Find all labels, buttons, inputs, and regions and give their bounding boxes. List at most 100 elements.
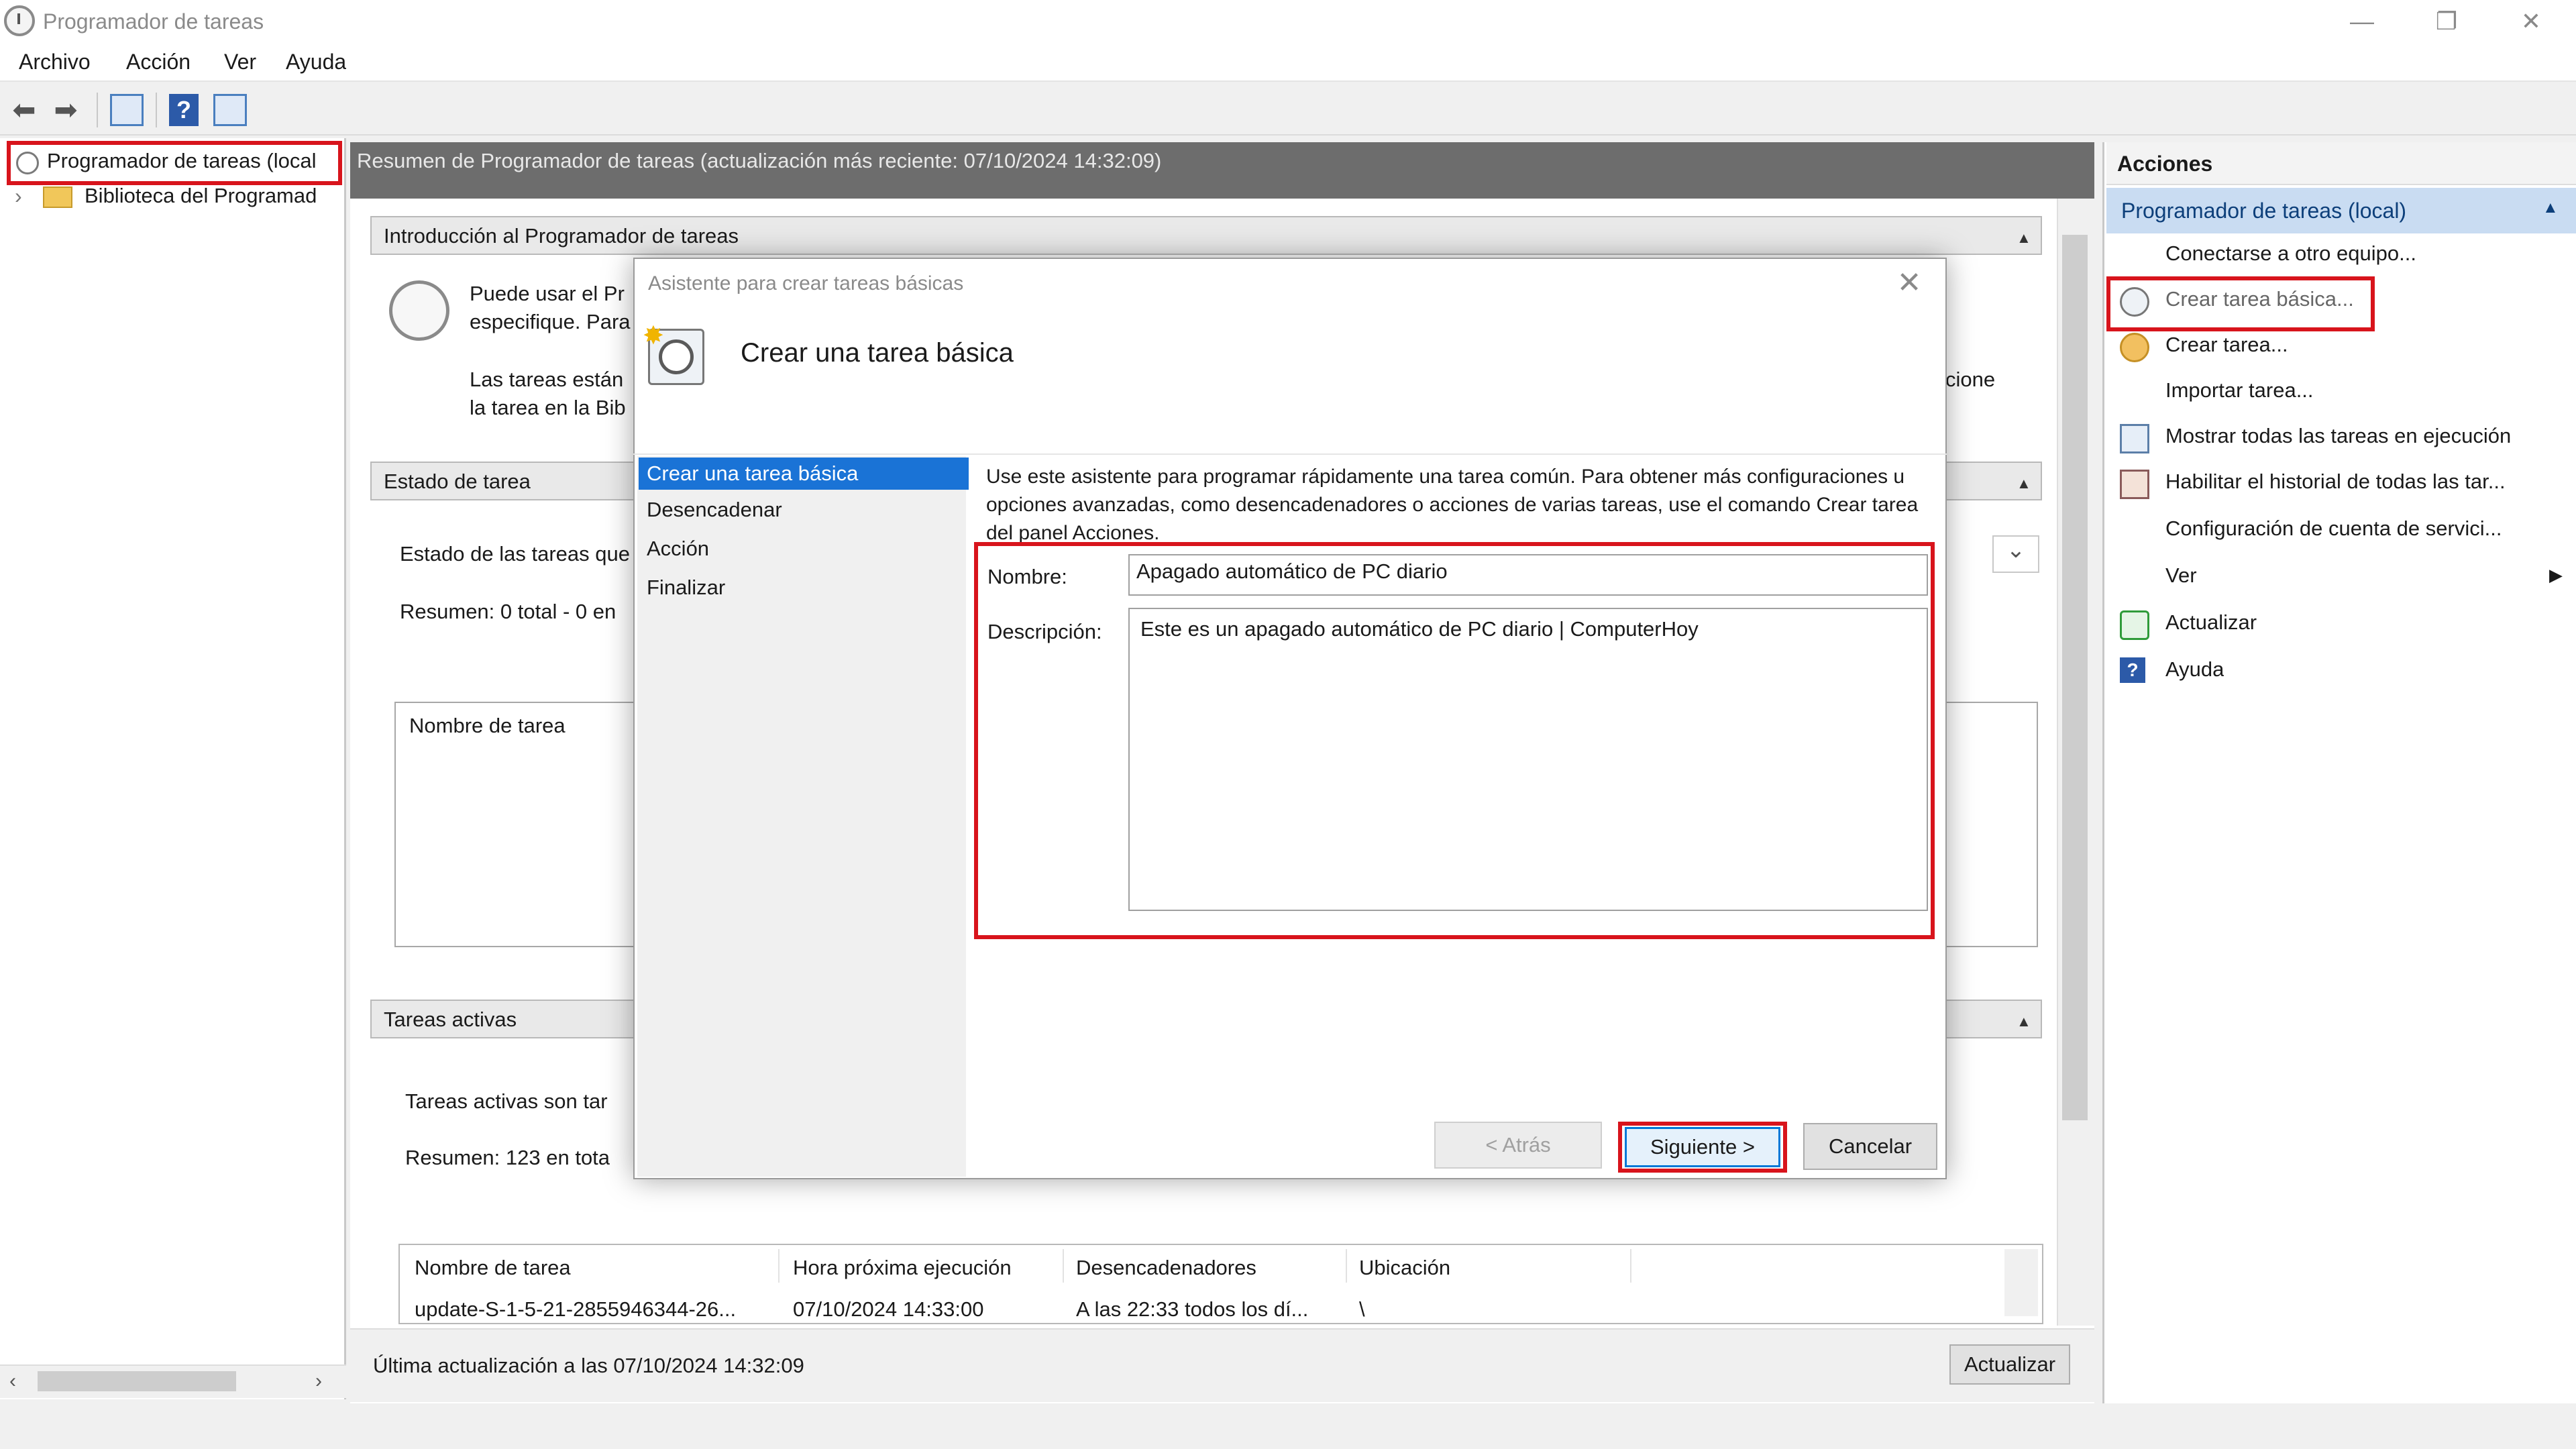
name-field[interactable]: Apagado automático de PC diario — [1128, 554, 1928, 596]
expand-chevron-icon[interactable]: › — [15, 184, 22, 209]
action-label: Ayuda — [2165, 657, 2224, 681]
tree-root-task-scheduler[interactable]: Programador de tareas (local — [47, 149, 337, 173]
collapse-icon[interactable]: ▲ — [2017, 229, 2031, 247]
section-intro-header[interactable]: Introducción al Programador de tareas — [370, 216, 2042, 255]
console-tree — [0, 138, 346, 1399]
column-separator — [778, 1249, 780, 1283]
action-help[interactable]: ? Ayuda — [2106, 648, 2576, 694]
help-icon[interactable]: ? — [169, 94, 199, 126]
wizard-description: Use este asistente para programar rápida… — [986, 466, 1919, 543]
column-header[interactable]: Ubicación — [1359, 1256, 1450, 1280]
column-header[interactable]: Hora próxima ejecución — [793, 1256, 1012, 1280]
action-service-account[interactable]: Configuración de cuenta de servici... — [2106, 507, 2576, 553]
back-button[interactable]: < Atrás — [1434, 1122, 1602, 1169]
status-period-dropdown[interactable]: ⌄ — [1992, 535, 2039, 573]
active-text-line: Resumen: 123 en tota — [405, 1146, 610, 1169]
menu-ver[interactable]: Ver — [224, 50, 256, 74]
intro-text-line: la tarea en la Bib — [470, 396, 626, 419]
clock-icon — [389, 280, 449, 341]
column-header-task-name[interactable]: Nombre de tarea — [409, 714, 566, 738]
step-trigger[interactable]: Desencadenar — [647, 498, 782, 522]
submenu-arrow-icon: ▶ — [2549, 565, 2563, 585]
refresh-icon — [2120, 610, 2149, 640]
description-label: Descripción: — [987, 620, 1102, 643]
toolbar — [0, 83, 2576, 136]
intro-text-line: Puede usar el Pr — [470, 282, 625, 305]
collapse-icon[interactable]: ▲ — [2017, 475, 2031, 492]
scrollbar-thumb[interactable] — [38, 1371, 236, 1391]
star-icon: ✸ — [643, 322, 664, 350]
forward-arrow-icon[interactable]: ➡ — [48, 93, 83, 127]
clock-icon — [16, 152, 39, 174]
restore-button[interactable]: ❐ — [2423, 4, 2470, 39]
intro-text-fragment: cione — [1945, 368, 1996, 391]
refresh-button[interactable]: Actualizar — [1949, 1344, 2070, 1385]
cancel-button[interactable]: Cancelar — [1803, 1123, 1937, 1170]
back-arrow-icon[interactable]: ⬅ — [7, 93, 42, 127]
action-label: Habilitar el historial de todas las tar.… — [2165, 470, 2506, 493]
table-cell[interactable]: 07/10/2024 14:33:00 — [793, 1297, 983, 1322]
menu-ayuda[interactable]: Ayuda — [286, 50, 346, 74]
intro-text-line: Las tareas están — [470, 368, 624, 391]
help-icon: ? — [2120, 657, 2145, 683]
next-button[interactable]: Siguiente > — [1625, 1127, 1780, 1167]
active-text-line: Tareas activas son tar — [405, 1089, 608, 1113]
step-create-basic-task[interactable]: Crear una tarea básica — [639, 458, 969, 490]
last-update-text: Última actualización a las 07/10/2024 14… — [373, 1354, 804, 1377]
column-separator — [1063, 1249, 1064, 1283]
action-create-task[interactable]: Crear tarea... — [2106, 323, 2576, 369]
wizard-steps — [637, 456, 966, 1177]
action-label: Actualizar — [2165, 610, 2257, 634]
dialog-close-icon[interactable]: ✕ — [1889, 266, 1929, 300]
toolbar-separator — [97, 93, 98, 127]
actions-group-header[interactable]: Programador de tareas (local) — [2106, 188, 2576, 233]
menu-bar — [0, 43, 2576, 82]
actions-title: Acciones — [2106, 142, 2576, 185]
minimize-button[interactable]: — — [2339, 4, 2385, 39]
action-enable-history[interactable]: Habilitar el historial de todas las tar.… — [2106, 460, 2576, 506]
history-icon — [2120, 470, 2149, 499]
status-text-line: Resumen: 0 total - 0 en — [400, 600, 616, 623]
summary-header: Resumen de Programador de tareas (actual… — [350, 142, 2094, 199]
name-label: Nombre: — [987, 565, 1067, 588]
action-label: Conectarse a otro equipo... — [2165, 241, 2416, 265]
collapse-icon[interactable]: ▲ — [2017, 1013, 2031, 1030]
close-button[interactable]: ✕ — [2508, 4, 2555, 39]
dialog-heading: Crear una tarea básica — [741, 338, 1014, 368]
task-scheduler-app-icon — [4, 5, 35, 36]
collapse-icon[interactable]: ▲ — [2542, 199, 2559, 217]
action-import-task[interactable]: Importar tarea... — [2106, 369, 2576, 415]
menu-archivo[interactable]: Archivo — [19, 50, 91, 74]
dialog-separator — [633, 453, 1947, 455]
column-header[interactable]: Desencadenadores — [1076, 1256, 1256, 1280]
action-label: Ver — [2165, 564, 2197, 587]
status-text-line: Estado de las tareas que — [400, 542, 630, 566]
column-separator — [1346, 1249, 1347, 1283]
table-cell[interactable]: \ — [1359, 1297, 1365, 1322]
table-cell[interactable]: update-S-1-5-21-2855946344-26... — [415, 1297, 777, 1322]
action-refresh[interactable]: Actualizar — [2106, 601, 2576, 647]
description-field[interactable]: Este es un apagado automático de PC diar… — [1128, 608, 1928, 911]
folder-icon — [43, 186, 72, 208]
action-pane-icon[interactable] — [213, 94, 247, 126]
table-scrollbar[interactable] — [2004, 1249, 2038, 1316]
column-header[interactable]: Nombre de tarea — [415, 1256, 571, 1280]
action-show-running[interactable]: Mostrar todas las tareas en ejecución — [2106, 415, 2576, 460]
running-tasks-icon — [2120, 424, 2149, 453]
console-tree-icon[interactable] — [110, 94, 144, 126]
scroll-left-icon[interactable]: ‹ — [9, 1370, 16, 1393]
toolbar-separator — [156, 93, 157, 127]
menu-accion[interactable]: Acción — [126, 50, 191, 74]
tree-item-library[interactable]: Biblioteca del Programad — [85, 184, 342, 208]
table-cell[interactable]: A las 22:33 todos los dí... — [1076, 1297, 1344, 1322]
scrollbar-thumb[interactable] — [2062, 235, 2088, 1120]
task-icon — [2120, 333, 2149, 362]
step-action[interactable]: Acción — [647, 537, 709, 561]
scroll-right-icon[interactable]: › — [315, 1370, 322, 1393]
action-label: Mostrar todas las tareas en ejecución — [2165, 424, 2512, 447]
step-finish[interactable]: Finalizar — [647, 576, 725, 600]
action-label: Configuración de cuenta de servici... — [2165, 517, 2502, 540]
action-connect[interactable]: Conectarse a otro equipo... — [2106, 232, 2576, 278]
action-view[interactable]: Ver ▶ — [2106, 554, 2576, 600]
action-label: Crear tarea... — [2165, 333, 2288, 356]
